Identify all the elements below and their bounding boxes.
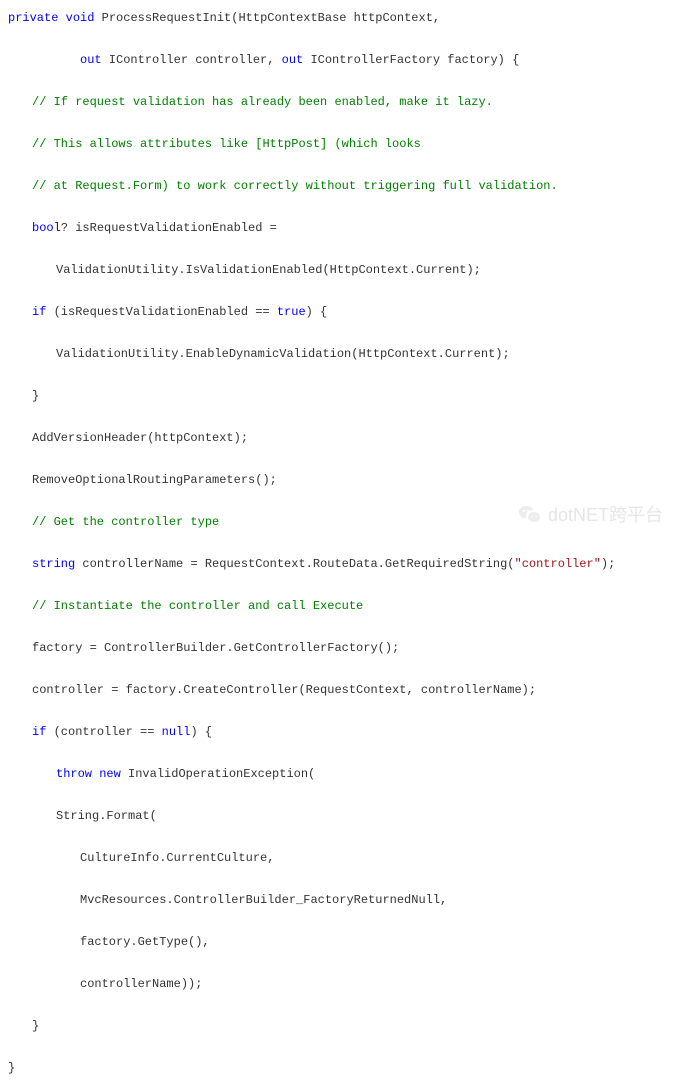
keyword: bool: [32, 221, 61, 235]
code-text: }: [8, 1061, 15, 1075]
code-line: controller = factory.CreateController(Re…: [8, 680, 675, 701]
keyword: throw: [56, 767, 92, 781]
keyword: null: [162, 725, 191, 739]
code-line: RemoveOptionalRoutingParameters();: [8, 470, 675, 491]
code-text: AddVersionHeader(httpContext);: [32, 431, 248, 445]
code-line: ValidationUtility.EnableDynamicValidatio…: [8, 344, 675, 365]
code-line: factory = ControllerBuilder.GetControlle…: [8, 638, 675, 659]
code-line: if (isRequestValidationEnabled == true) …: [8, 302, 675, 323]
code-line: MvcResources.ControllerBuilder_FactoryRe…: [8, 890, 675, 911]
code-line: // at Request.Form) to work correctly wi…: [8, 176, 675, 197]
code-line: }: [8, 1016, 675, 1037]
comment: // This allows attributes like [HttpPost…: [32, 137, 421, 151]
keyword: out: [80, 53, 102, 67]
comment: // Get the controller type: [32, 515, 219, 529]
code-line: // If request validation has already bee…: [8, 92, 675, 113]
comment: // Instantiate the controller and call E…: [32, 599, 363, 613]
code-text: controller = factory.CreateController(Re…: [32, 683, 536, 697]
code-text: ValidationUtility.EnableDynamicValidatio…: [56, 347, 510, 361]
code-line: String.Format(: [8, 806, 675, 827]
code-block: private void ProcessRequestInit(HttpCont…: [8, 8, 675, 1090]
comment: // at Request.Form) to work correctly wi…: [32, 179, 558, 193]
code-text: );: [601, 557, 615, 571]
keyword: string: [32, 557, 75, 571]
comment: // If request validation has already bee…: [32, 95, 493, 109]
code-line: }: [8, 386, 675, 407]
code-line: throw new InvalidOperationException(: [8, 764, 675, 785]
code-line: private void ProcessRequestInit(HttpCont…: [8, 8, 675, 29]
code-text: (controller ==: [46, 725, 161, 739]
code-text: ProcessRequestInit(HttpContextBase httpC…: [94, 11, 440, 25]
code-line: AddVersionHeader(httpContext);: [8, 428, 675, 449]
keyword: private: [8, 11, 58, 25]
code-line: string controllerName = RequestContext.R…: [8, 554, 675, 575]
keyword: true: [277, 305, 306, 319]
code-line: }: [8, 1058, 675, 1079]
code-text: (isRequestValidationEnabled ==: [46, 305, 276, 319]
code-text: }: [32, 389, 39, 403]
code-text: MvcResources.ControllerBuilder_FactoryRe…: [80, 893, 447, 907]
keyword: if: [32, 725, 46, 739]
code-text: IControllerFactory factory) {: [303, 53, 519, 67]
keyword: void: [66, 11, 95, 25]
code-line: out IController controller, out IControl…: [8, 50, 675, 71]
keyword: if: [32, 305, 46, 319]
code-text: controllerName));: [80, 977, 202, 991]
code-line: // This allows attributes like [HttpPost…: [8, 134, 675, 155]
code-text: [92, 767, 99, 781]
code-line: controllerName));: [8, 974, 675, 995]
keyword: new: [99, 767, 121, 781]
code-text: ValidationUtility.IsValidationEnabled(Ht…: [56, 263, 481, 277]
code-text: }: [32, 1019, 39, 1033]
code-line: CultureInfo.CurrentCulture,: [8, 848, 675, 869]
keyword: out: [282, 53, 304, 67]
code-text: String.Format(: [56, 809, 157, 823]
code-text: ) {: [190, 725, 212, 739]
code-text: RemoveOptionalRoutingParameters();: [32, 473, 277, 487]
string-literal: "controller": [515, 557, 601, 571]
code-text: ) {: [306, 305, 328, 319]
code-text: factory = ControllerBuilder.GetControlle…: [32, 641, 399, 655]
code-text: InvalidOperationException(: [121, 767, 315, 781]
code-line: if (controller == null) {: [8, 722, 675, 743]
code-line: factory.GetType(),: [8, 932, 675, 953]
code-text: ? isRequestValidationEnabled =: [61, 221, 277, 235]
code-line: // Instantiate the controller and call E…: [8, 596, 675, 617]
code-text: IController controller,: [102, 53, 282, 67]
code-line: // Get the controller type: [8, 512, 675, 533]
code-text: CultureInfo.CurrentCulture,: [80, 851, 274, 865]
code-line: bool? isRequestValidationEnabled =: [8, 218, 675, 239]
code-text: controllerName = RequestContext.RouteDat…: [75, 557, 514, 571]
code-line: ValidationUtility.IsValidationEnabled(Ht…: [8, 260, 675, 281]
code-text: factory.GetType(),: [80, 935, 210, 949]
